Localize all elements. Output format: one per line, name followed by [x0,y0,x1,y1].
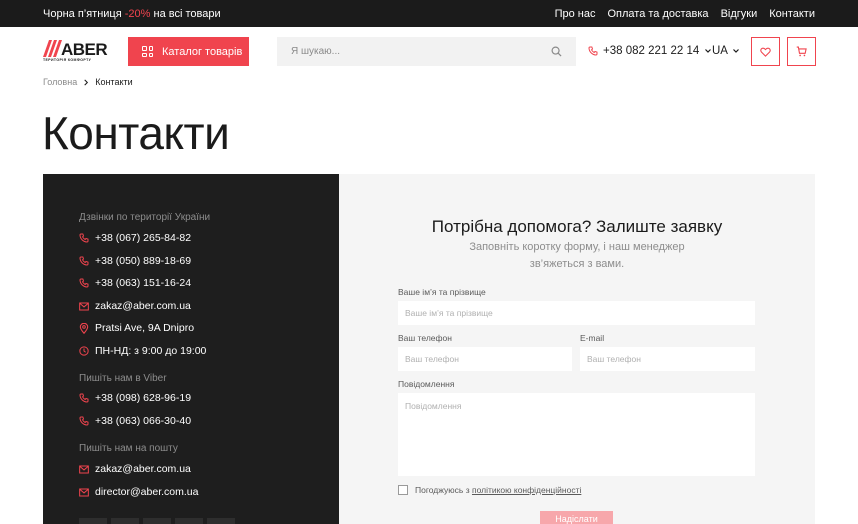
search-icon[interactable] [551,46,562,57]
search-bar [277,37,576,66]
mail-icon [79,302,89,310]
location-pin-icon [79,322,89,334]
breadcrumb: Головна Контакти [43,77,133,87]
logo-tagline: ТЕРИТОРІЯ КОМФОРТУ [43,58,92,62]
top-bar: Чорна п’ятниця -20% на всі товари Про на… [0,0,858,27]
mail-heading: Пишіть нам на пошту [79,443,178,454]
phone-icon [79,416,89,426]
clock-icon [79,346,89,356]
contact-email[interactable]: zakaz@aber.com.ua [79,300,191,312]
email-label: E-mail [580,333,605,343]
top-nav-reviews[interactable]: Відгуки [721,8,758,20]
calls-heading: Дзвінки по території України [79,212,211,223]
request-form: Потрібна допомога? Залиште заявку Заповн… [339,174,815,524]
call-phone-3[interactable]: +38 (063) 151-16-24 [79,277,191,289]
contact-address: Pratsi Ave, 9A Dnipro [79,322,194,334]
phone-icon [79,278,89,288]
consent-text: Погоджуюсь з політикою конфіденційності [415,485,581,495]
phone-label: Ваш телефон [398,333,452,343]
social-button[interactable] [175,518,203,524]
chevron-down-icon [733,49,739,53]
social-button[interactable] [79,518,107,524]
phone-icon [79,393,89,403]
top-nav-payment-delivery[interactable]: Оплата та доставка [607,8,708,20]
call-phone-1-text: +38 (067) 265-84-82 [95,232,192,244]
message-field[interactable] [398,393,755,476]
mail-2-text: director@aber.com.ua [95,486,199,498]
viber-phone-1-text: +38 (098) 628-96-19 [95,392,192,404]
social-links [79,518,235,524]
viber-phone-2[interactable]: +38 (063) 066-30-40 [79,415,191,427]
contact-email-text: zakaz@aber.com.ua [95,300,191,312]
call-phone-1[interactable]: +38 (067) 265-84-82 [79,232,191,244]
contacts-panel: Дзвінки по території України +38 (067) 2… [43,174,339,524]
mail-2[interactable]: director@aber.com.ua [79,486,198,498]
top-nav-about[interactable]: Про нас [555,8,596,20]
name-field[interactable] [398,301,755,325]
logo[interactable]: ABER ТЕРИТОРІЯ КОМФОРТУ [43,40,108,64]
top-nav: Про нас Оплата та доставка Відгуки Конта… [555,8,815,20]
language-select[interactable]: UA [712,45,740,57]
search-input[interactable] [277,37,576,66]
promo-suffix: на всі товари [153,8,221,20]
call-phone-3-text: +38 (063) 151-16-24 [95,277,192,289]
logo-name: ABER [61,40,108,59]
viber-heading: Пишіть нам в Viber [79,373,167,384]
submit-button[interactable]: Надіслати [540,511,613,524]
call-phone-2-text: +38 (050) 889-18-69 [95,255,192,267]
phone-icon [79,256,89,266]
header-phone-number: +38 082 221 22 14 [603,45,700,57]
phone-icon [588,46,598,56]
cart-icon [796,46,807,57]
top-nav-contacts[interactable]: Контакти [769,8,815,20]
consent-checkbox[interactable] [398,485,408,495]
logo-stripes-icon [43,40,62,57]
mail-icon [79,465,89,473]
form-subtitle: Заповніть коротку форму, і наш менеджер … [469,241,685,270]
cart-button[interactable] [787,37,816,66]
catalog-button[interactable]: Каталог товарів [128,37,249,66]
viber-phone-1[interactable]: +38 (098) 628-96-19 [79,392,191,404]
message-label: Повідомлення [398,379,455,389]
call-phone-2[interactable]: +38 (050) 889-18-69 [79,255,191,267]
mail-1-text: zakaz@aber.com.ua [95,463,191,475]
contact-hours: ПН-НД: з 9:00 до 19:00 [79,345,206,357]
form-title: Потрібна допомога? Залиште заявку [431,217,723,236]
promo-banner: Чорна п’ятниця -20% на всі товари [43,8,221,20]
viber-phone-2-text: +38 (063) 066-30-40 [95,415,192,427]
privacy-policy-link[interactable]: політикою конфіденційності [472,485,581,495]
breadcrumb-home[interactable]: Головна [43,77,77,87]
heart-icon [760,47,771,57]
phone-icon [79,233,89,243]
grid-icon [142,46,153,57]
mail-1[interactable]: zakaz@aber.com.ua [79,463,191,475]
email-field[interactable] [580,347,755,371]
promo-percent: -20% [124,8,151,20]
consent-prefix: Погоджуюсь з [415,485,470,495]
contact-hours-text: ПН-НД: з 9:00 до 19:00 [95,345,207,357]
chevron-right-icon [84,79,89,85]
breadcrumb-current: Контакти [95,77,133,87]
social-button[interactable] [111,518,139,524]
page-title: Контакти [42,107,230,159]
phone-field[interactable] [398,347,572,371]
name-label: Ваше ім’я та прізвище [398,287,486,297]
header-phone[interactable]: +38 082 221 22 14 [588,45,712,57]
social-button[interactable] [207,518,235,524]
contact-address-text: Pratsi Ave, 9A Dnipro [95,322,195,334]
mail-icon [79,488,89,496]
social-button[interactable] [143,518,171,524]
language-value: UA [712,45,728,57]
favorites-button[interactable] [751,37,780,66]
promo-prefix: Чорна п’ятниця [43,8,122,20]
catalog-label: Каталог товарів [162,45,243,58]
